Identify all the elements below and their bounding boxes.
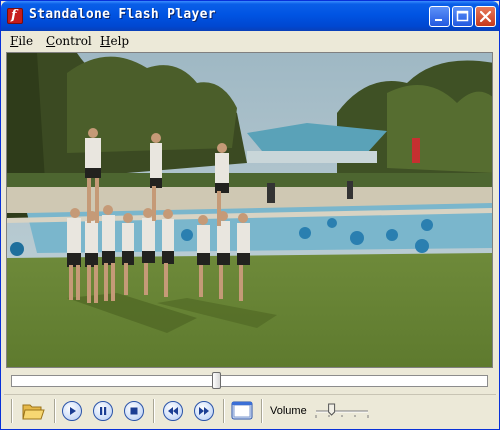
play-button[interactable] (62, 401, 82, 421)
rewind-button[interactable] (163, 401, 183, 421)
toolbar-separator (153, 399, 155, 423)
fullscreen-button[interactable] (231, 401, 253, 420)
video-viewport[interactable] (6, 52, 493, 368)
rewind-icon (168, 407, 178, 415)
minimize-icon (435, 19, 442, 21)
seek-track[interactable] (11, 375, 488, 387)
menu-file[interactable]: File (10, 34, 33, 48)
video-frame (7, 53, 492, 367)
fullscreen-icon (231, 401, 253, 420)
stop-button[interactable] (124, 401, 144, 421)
window-title: Standalone Flash Player (29, 7, 216, 22)
fast-forward-button[interactable] (194, 401, 214, 421)
menu-control[interactable]: Control (46, 34, 92, 48)
fast-forward-icon (199, 407, 209, 415)
play-icon (70, 407, 76, 415)
stop-icon (130, 407, 138, 415)
seek-thumb[interactable] (212, 372, 221, 389)
close-button[interactable] (475, 6, 496, 27)
maximize-icon (456, 10, 469, 22)
toolbar-separator (54, 399, 56, 423)
toolbar-separator (223, 399, 225, 423)
open-folder-icon (22, 404, 45, 420)
menu-bar: File Control Help (1, 31, 499, 51)
flash-app-icon[interactable]: f (7, 8, 23, 24)
toolbar-separator (261, 399, 263, 423)
title-bar[interactable]: f Standalone Flash Player (1, 1, 499, 31)
volume-label: Volume (270, 405, 307, 417)
menu-help[interactable]: Help (100, 34, 129, 48)
flash-player-window: f Standalone Flash Player File Control H… (0, 0, 500, 430)
minimize-button[interactable] (429, 6, 450, 27)
toolbar-grip (11, 399, 13, 423)
open-button[interactable] (21, 400, 45, 422)
pause-icon (100, 407, 107, 415)
close-icon (479, 10, 492, 23)
volume-slider-graphic (315, 403, 369, 418)
pause-button[interactable] (93, 401, 113, 421)
volume-slider[interactable] (313, 400, 371, 422)
maximize-button[interactable] (452, 6, 473, 27)
